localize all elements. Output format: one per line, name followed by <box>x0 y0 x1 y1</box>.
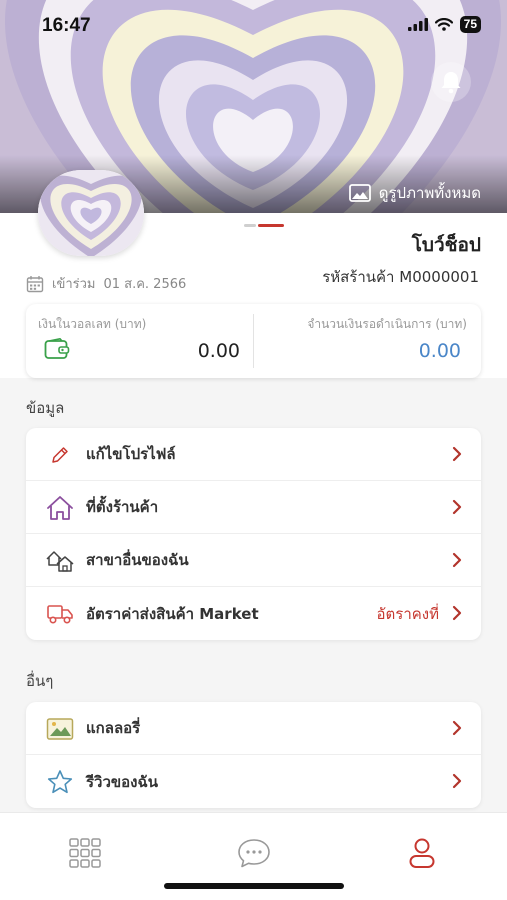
chat-icon <box>238 839 270 868</box>
other-list: แกลลอรี่ รีวิวของฉัน <box>26 702 481 808</box>
notification-button[interactable] <box>431 62 471 102</box>
grid-icon <box>69 838 101 868</box>
truck-icon <box>46 600 74 628</box>
shipping-rate-value: อัตราคงที่ <box>376 604 439 623</box>
list-item-label: สาขาอื่นของฉัน <box>86 551 189 569</box>
chevron-right-icon <box>452 773 462 789</box>
chevron-right-icon <box>452 605 462 621</box>
home-indicator <box>164 883 344 889</box>
list-item-label: ที่ตั้งร้านค้า <box>86 498 159 516</box>
user-icon <box>409 838 435 868</box>
avatar-image <box>38 170 144 256</box>
list-item-shop-location[interactable]: ที่ตั้งร้านค้า <box>26 481 481 534</box>
other-section-title: อื่นๆ <box>26 672 54 690</box>
list-item-label: อัตราค่าส่งสินค้า Market <box>86 604 259 623</box>
view-all-photos-label: ดูรูปภาพทั้งหมด <box>378 184 481 202</box>
chevron-right-icon <box>452 446 462 462</box>
joined-info: เข้าร่วม 01 ส.ค. 2566 <box>26 273 186 294</box>
wallet-balance-label: เงินในวอลเลท (บาท) <box>38 317 147 331</box>
wallet-balance[interactable]: เงินในวอลเลท (บาท) 0.00 <box>26 304 254 378</box>
signal-icon <box>407 18 428 31</box>
wallet-balance-value: 0.00 <box>197 340 240 362</box>
branches-icon <box>46 547 74 575</box>
list-item-gallery[interactable]: แกลลอรี่ <box>26 702 481 755</box>
chevron-right-icon <box>452 499 462 515</box>
list-item-edit-profile[interactable]: แก้ไขโปรไฟล์ <box>26 428 481 481</box>
wifi-icon <box>434 18 453 31</box>
list-item-label: แกลลอรี่ <box>86 719 141 737</box>
bell-icon <box>441 72 461 94</box>
list-item-label: แก้ไขโปรไฟล์ <box>86 445 176 463</box>
nav-chat-button[interactable] <box>234 833 274 873</box>
status-time: 16:47 <box>42 15 91 36</box>
star-icon <box>46 768 74 796</box>
list-item-my-reviews[interactable]: รีวิวของฉัน <box>26 755 481 808</box>
joined-date: 01 ส.ค. 2566 <box>103 277 187 292</box>
list-item-shipping-rate[interactable]: อัตราค่าส่งสินค้า Market อัตราคงที่ <box>26 587 481 640</box>
battery-indicator: 75 <box>459 16 481 33</box>
pager-dot <box>244 224 256 227</box>
pending-amount[interactable]: จำนวนเงินรอดำเนินการ (บาท) 0.00 <box>254 304 481 378</box>
home-icon <box>46 494 74 522</box>
shop-avatar[interactable] <box>38 170 144 256</box>
list-item-other-branches[interactable]: สาขาอื่นของฉัน <box>26 534 481 587</box>
pending-amount-value: 0.00 <box>418 340 461 362</box>
joined-label: เข้าร่วม <box>52 277 96 292</box>
view-all-photos-button[interactable]: ดูรูปภาพทั้งหมด <box>348 181 481 205</box>
pager-dot-active <box>258 224 284 227</box>
chevron-right-icon <box>452 720 462 736</box>
image-icon <box>348 184 371 202</box>
nav-profile-button[interactable] <box>402 833 442 873</box>
gallery-icon <box>46 715 74 743</box>
wallet-summary: เงินในวอลเลท (บาท) 0.00 จำนวนเงินรอดำเนิ… <box>26 304 481 378</box>
shop-name: โบว์ช็อป <box>411 234 481 256</box>
wallet-icon <box>44 338 70 359</box>
banner-pager <box>244 224 284 227</box>
info-section-title: ข้อมูล <box>26 399 65 417</box>
info-list: แก้ไขโปรไฟล์ ที่ตั้งร้านค้า สาขาอื่นของฉ… <box>26 428 481 640</box>
status-icons: 75 <box>407 16 481 33</box>
chevron-right-icon <box>452 552 462 568</box>
shop-code: รหัสร้านค้า M0000001 <box>322 268 479 286</box>
pencil-icon <box>46 441 74 469</box>
nav-menu-button[interactable] <box>65 833 105 873</box>
status-bar: 16:47 75 <box>0 0 507 52</box>
pending-amount-label: จำนวนเงินรอดำเนินการ (บาท) <box>307 317 467 331</box>
calendar-icon <box>26 275 44 292</box>
list-item-label: รีวิวของฉัน <box>86 772 158 791</box>
